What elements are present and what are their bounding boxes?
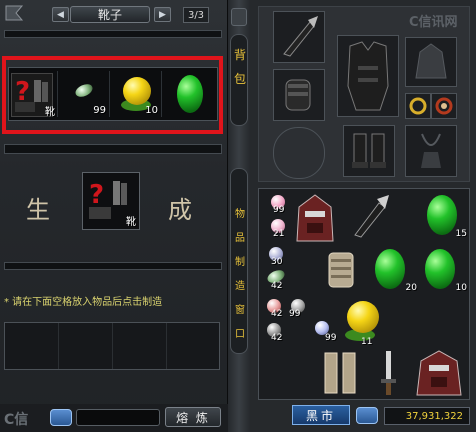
gauntlet-icon — [285, 79, 311, 111]
yellow-orb-icon — [347, 301, 379, 333]
equip-slot-boots[interactable] — [343, 125, 395, 177]
equip-slot-helmet[interactable] — [405, 37, 457, 87]
next-page-button[interactable]: ▶ — [154, 7, 171, 22]
qty: 42 — [271, 333, 283, 343]
inventory-grid: 99 21 15 30 42 20 10 42 99 42 99 11 — [258, 188, 470, 400]
bag-tab[interactable]: 背 包 — [230, 34, 248, 126]
bone-gauntlet-icon — [328, 252, 354, 288]
inv-cell-leg-armor[interactable] — [315, 347, 367, 399]
menu-char-2: 品 — [235, 233, 245, 244]
qty: 99 — [325, 333, 337, 343]
red-ring-icon — [435, 97, 453, 115]
name-input[interactable] — [76, 409, 160, 426]
craft-input-grid[interactable] — [4, 322, 220, 370]
inv-cell-bone-gauntlet[interactable] — [315, 245, 367, 297]
center-divider: 背 包 物 品 制 造 窗 口 — [228, 0, 250, 432]
equip-slot-necklace[interactable] — [405, 125, 457, 177]
lower-divider — [4, 262, 222, 270]
equip-slot-empty-round[interactable] — [273, 127, 325, 179]
craft-hint: * 请在下面空格放入物品后点击制造 — [4, 297, 163, 308]
inv-cell-gray-orb-42[interactable]: 42 — [261, 319, 313, 371]
inv-cell-demon-helmet-2[interactable] — [409, 347, 469, 399]
cloud-icon[interactable] — [356, 407, 378, 424]
middle-divider — [4, 144, 222, 154]
prev-page-button[interactable]: ◀ — [52, 7, 69, 22]
bag-label-1: 背 — [233, 48, 246, 62]
highlight-frame — [2, 56, 223, 134]
page-indicator: 3/3 — [183, 7, 209, 23]
craft-panel: ◀ 靴子 ▶ 3/3 ? 靴 99 10 生 ? 靴 成 * 请在下面空格放入物… — [0, 0, 228, 432]
site-logo: C信 — [4, 412, 29, 428]
qty: 42 — [271, 309, 283, 319]
inv-cell-green-gem-20[interactable]: 20 — [369, 245, 421, 297]
dagger-icon — [381, 351, 396, 395]
inv-cell-dagger[interactable] — [369, 347, 409, 399]
craft-window-tab[interactable]: 物 品 制 造 窗 口 — [230, 168, 248, 354]
demon-helmet-icon — [296, 194, 334, 242]
necklace-silhouette-icon — [421, 133, 441, 168]
helmet-silhouette-icon — [415, 43, 447, 79]
qty: 30 — [271, 257, 283, 267]
equip-slot-weapon[interactable] — [273, 11, 325, 63]
cloud-icon[interactable] — [50, 409, 72, 426]
equip-slot-gloves[interactable] — [273, 69, 325, 121]
menu-char-6: 口 — [235, 329, 245, 340]
result-slot[interactable]: ? 靴 — [82, 172, 140, 230]
qty: 42 — [271, 281, 283, 291]
menu-char-1: 物 — [235, 209, 245, 220]
equip-slot-ring-1[interactable] — [405, 93, 431, 119]
inv-cell-green-gem-10[interactable]: 10 — [419, 245, 471, 297]
divider-top-knob[interactable] — [231, 8, 247, 26]
inv-cell-claw[interactable] — [345, 191, 397, 243]
grid-line — [112, 323, 113, 369]
menu-char-3: 制 — [235, 257, 245, 268]
equip-slot-armor[interactable] — [337, 35, 399, 117]
qty: 20 — [405, 283, 417, 293]
money-display: 37,931,322 — [384, 407, 470, 425]
generate-right-char: 成 — [168, 196, 192, 224]
qty: 99 — [273, 205, 285, 215]
green-gem-icon — [427, 195, 457, 235]
qty: 11 — [361, 337, 373, 347]
equipment-area: C信讯网 — [258, 6, 470, 182]
armor-icon — [347, 41, 389, 111]
demon-helmet-icon — [416, 350, 462, 396]
gold-ring-icon — [409, 97, 427, 115]
menu-char-4: 造 — [235, 281, 245, 292]
equip-slot-ring-2[interactable] — [431, 93, 457, 119]
recipe-title: 靴子 — [70, 6, 150, 23]
inv-cell-demon-helmet[interactable] — [289, 191, 341, 247]
green-gem-icon — [375, 249, 405, 289]
generate-left-char: 生 — [26, 196, 50, 224]
panel-corner-icon — [4, 4, 26, 22]
boots-icon — [352, 133, 386, 168]
leg-armor-icon — [324, 352, 356, 394]
qty: 21 — [273, 229, 285, 239]
claw-weapon-icon — [283, 16, 318, 57]
svg-text:?: ? — [89, 180, 104, 210]
inv-cell-yellow-orb-11[interactable]: 11 — [341, 297, 393, 349]
smelt-button[interactable]: 熔 炼 — [165, 407, 221, 427]
bag-label-2: 包 — [233, 72, 246, 86]
menu-char-5: 窗 — [235, 305, 245, 316]
green-gem-icon — [425, 249, 455, 289]
qty: 10 — [455, 283, 467, 293]
qty: 99 — [289, 309, 301, 319]
claw-weapon-icon — [354, 195, 389, 238]
grid-line — [58, 323, 59, 369]
watermark: C信讯网 — [409, 15, 458, 30]
black-market-button[interactable]: 黑市 — [292, 405, 350, 425]
grid-line — [166, 323, 167, 369]
result-label: 靴 — [126, 217, 136, 228]
header-divider — [4, 30, 222, 38]
inv-cell-green-gem-15[interactable]: 15 — [417, 191, 469, 243]
qty: 15 — [455, 229, 467, 239]
